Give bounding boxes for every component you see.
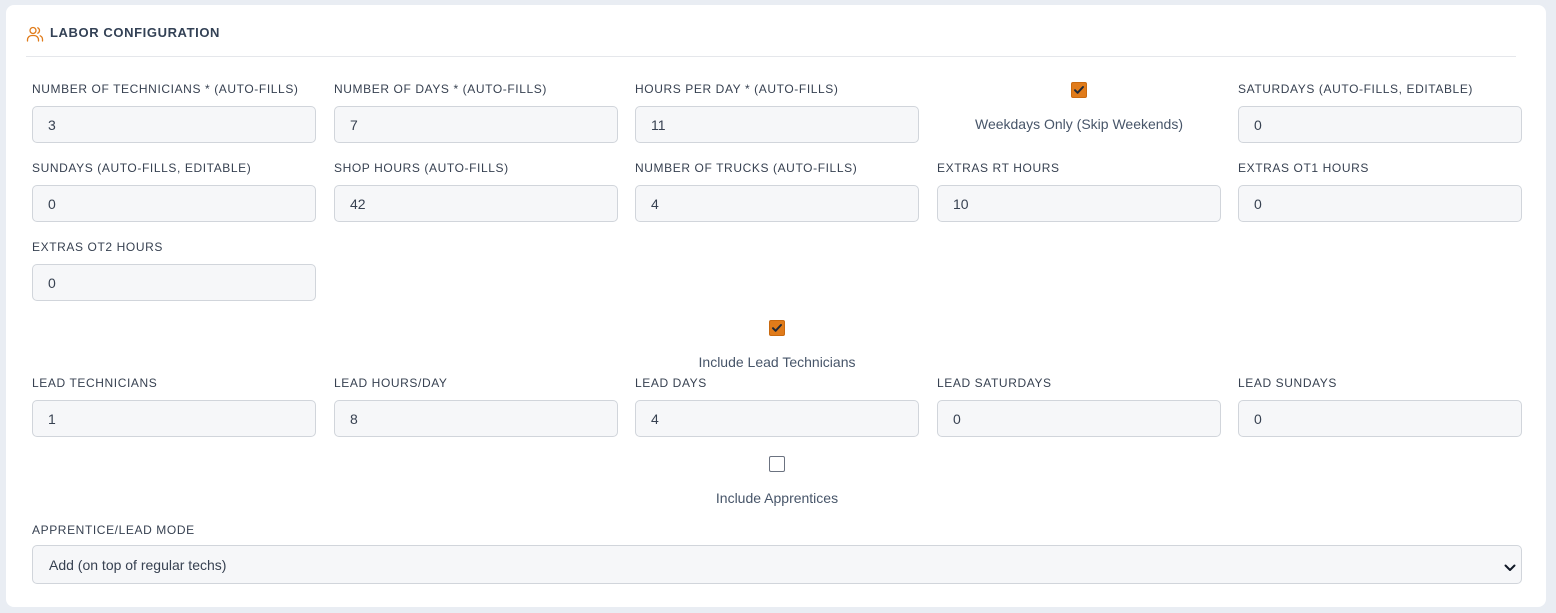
section-header: LABOR CONFIGURATION [26, 24, 1516, 57]
technicians-input[interactable] [32, 106, 316, 143]
lead-technicians-field: LEAD TECHNICIANS [32, 376, 316, 437]
saturdays-input[interactable] [1238, 106, 1522, 143]
include-apprentices-label[interactable]: Include Apprentices [635, 490, 919, 507]
shop-hours-field: SHOP HOURS (AUTO-FILLS) [334, 161, 618, 222]
chevron-down-icon [1504, 560, 1516, 578]
lead-technicians-label: LEAD TECHNICIANS [32, 376, 158, 390]
days-input[interactable] [334, 106, 618, 143]
sundays-field: SUNDAYS (AUTO-FILLS, EDITABLE) [32, 161, 316, 222]
lead-days-input[interactable] [635, 400, 919, 437]
saturdays-field: SATURDAYS (AUTO-FILLS, EDITABLE) [1238, 82, 1522, 143]
lead-hours-day-label: LEAD HOURS/DAY [334, 376, 448, 390]
lead-technicians-input[interactable] [32, 400, 316, 437]
weekdays-only-label[interactable]: Weekdays Only (Skip Weekends) [937, 116, 1221, 133]
lead-days-label: LEAD DAYS [635, 376, 707, 390]
trucks-label: NUMBER OF TRUCKS (AUTO-FILLS) [635, 161, 858, 175]
shop-hours-label: SHOP HOURS (AUTO-FILLS) [334, 161, 509, 175]
hours-per-day-input[interactable] [635, 106, 919, 143]
lead-days-field: LEAD DAYS [635, 376, 919, 437]
lead-saturdays-input[interactable] [937, 400, 1221, 437]
hours-per-day-label: HOURS PER DAY * (AUTO-FILLS) [635, 82, 839, 96]
extras-rt-label: EXTRAS RT HOURS [937, 161, 1060, 175]
include-apprentices-checkbox[interactable] [769, 456, 785, 472]
weekdays-only-block: Weekdays Only (Skip Weekends) [937, 82, 1221, 133]
extras-ot1-field: EXTRAS OT1 HOURS [1238, 161, 1522, 222]
lead-saturdays-label: LEAD SATURDAYS [937, 376, 1052, 390]
lead-hours-day-input[interactable] [334, 400, 618, 437]
lead-hours-day-field: LEAD HOURS/DAY [334, 376, 618, 437]
sundays-input[interactable] [32, 185, 316, 222]
technicians-field: NUMBER OF TECHNICIANS * (AUTO-FILLS) [32, 82, 316, 143]
extras-ot2-label: EXTRAS OT2 HOURS [32, 240, 163, 254]
apprentice-lead-mode-select[interactable]: Add (on top of regular techs) [32, 545, 1522, 584]
trucks-input[interactable] [635, 185, 919, 222]
hours-per-day-field: HOURS PER DAY * (AUTO-FILLS) [635, 82, 919, 143]
technicians-label: NUMBER OF TECHNICIANS * (AUTO-FILLS) [32, 82, 299, 96]
apprentice-lead-mode-value: Add (on top of regular techs) [49, 557, 227, 573]
trucks-field: NUMBER OF TRUCKS (AUTO-FILLS) [635, 161, 919, 222]
users-icon [26, 25, 44, 43]
lead-saturdays-field: LEAD SATURDAYS [937, 376, 1221, 437]
days-field: NUMBER OF DAYS * (AUTO-FILLS) [334, 82, 618, 143]
extras-ot1-input[interactable] [1238, 185, 1522, 222]
lead-sundays-field: LEAD SUNDAYS [1238, 376, 1522, 437]
include-apprentices-block: Include Apprentices [635, 456, 919, 507]
shop-hours-input[interactable] [334, 185, 618, 222]
sundays-label: SUNDAYS (AUTO-FILLS, EDITABLE) [32, 161, 252, 175]
lead-sundays-input[interactable] [1238, 400, 1522, 437]
extras-ot2-field: EXTRAS OT2 HOURS [32, 240, 316, 301]
section-title: LABOR CONFIGURATION [50, 25, 221, 40]
extras-ot2-input[interactable] [32, 264, 316, 301]
include-lead-label[interactable]: Include Lead Technicians [635, 354, 919, 371]
apprentice-lead-mode-label: APPRENTICE/LEAD MODE [32, 523, 195, 537]
saturdays-label: SATURDAYS (AUTO-FILLS, EDITABLE) [1238, 82, 1474, 96]
days-label: NUMBER OF DAYS * (AUTO-FILLS) [334, 82, 547, 96]
extras-rt-field: EXTRAS RT HOURS [937, 161, 1221, 222]
extras-rt-input[interactable] [937, 185, 1221, 222]
weekdays-only-checkbox[interactable] [1071, 82, 1087, 98]
lead-sundays-label: LEAD SUNDAYS [1238, 376, 1338, 390]
include-lead-checkbox[interactable] [769, 320, 785, 336]
include-lead-block: Include Lead Technicians [635, 320, 919, 371]
extras-ot1-label: EXTRAS OT1 HOURS [1238, 161, 1369, 175]
